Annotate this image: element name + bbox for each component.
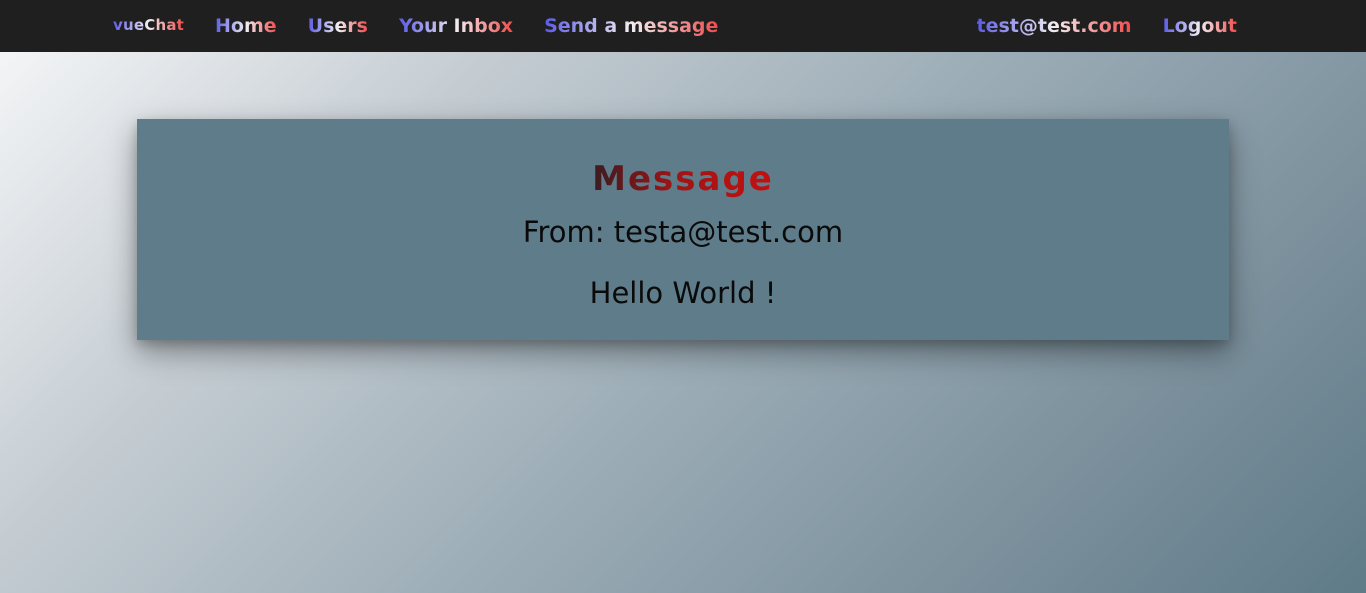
navbar-right: test@test.com Logout <box>977 0 1238 52</box>
message-title-wrap: Message <box>137 159 1229 199</box>
message-title: Message <box>592 159 774 199</box>
nav-link-users[interactable]: Users <box>308 15 368 37</box>
user-email-link[interactable]: test@test.com <box>977 15 1132 37</box>
logout-link[interactable]: Logout <box>1163 15 1237 37</box>
nav-link-send-message[interactable]: Send a message <box>544 15 718 37</box>
message-body: Hello World ! <box>589 276 777 310</box>
navbar: vueChat Home Users Your Inbox Send a mes… <box>0 0 1366 52</box>
nav-link-home[interactable]: Home <box>215 15 277 37</box>
nav-link-inbox[interactable]: Your Inbox <box>399 15 513 37</box>
brand-link[interactable]: vueChat <box>113 16 184 34</box>
message-card: Message From: testa@test.com Hello World… <box>137 119 1229 340</box>
navbar-left: vueChat Home Users Your Inbox Send a mes… <box>113 0 718 52</box>
message-from: From: testa@test.com <box>522 215 844 249</box>
